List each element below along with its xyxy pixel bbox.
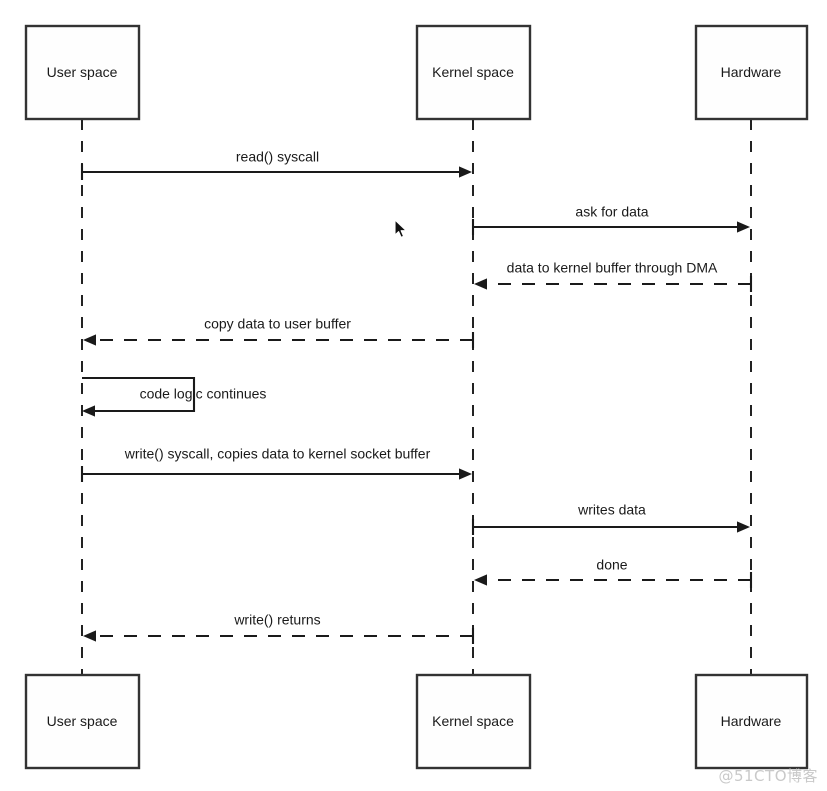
message-8-dashed: done bbox=[474, 557, 753, 588]
sequence-diagram-svg: read() syscall ask for data data to kernel… bbox=[24, 24, 809, 770]
participant-label-hardware-bottom: Hardware bbox=[721, 713, 782, 729]
participant-label-kernel-bottom: Kernel space bbox=[432, 713, 514, 729]
participant-label-user-top: User space bbox=[47, 64, 118, 80]
message-label-4: copy data to user buffer bbox=[204, 316, 351, 332]
message-label-2: ask for data bbox=[575, 204, 648, 220]
message-label-7: writes data bbox=[577, 502, 646, 518]
participant-label-kernel-top: Kernel space bbox=[432, 64, 514, 80]
message-6-solid: write() syscall, copies data to kernel s… bbox=[80, 446, 472, 482]
message-1-solid: read() syscall bbox=[80, 149, 472, 180]
sequence-diagram-canvas: read() syscall ask for data data to kernel… bbox=[0, 0, 827, 791]
message-label-6: write() syscall, copies data to kernel s… bbox=[124, 446, 431, 462]
message-9-dashed: write() returns bbox=[83, 612, 475, 644]
messages-layer: read() syscall ask for data data to kernel… bbox=[80, 149, 753, 644]
message-2-solid: ask for data bbox=[471, 204, 750, 235]
watermark-text: @51CTO博客 bbox=[718, 767, 818, 785]
participant-label-hardware-top: Hardware bbox=[721, 64, 782, 80]
message-label-3: data to kernel buffer through DMA bbox=[507, 260, 718, 276]
message-4-dashed: copy data to user buffer bbox=[83, 316, 475, 348]
message-label-8: done bbox=[596, 557, 627, 573]
message-label-1: read() syscall bbox=[236, 149, 319, 165]
message-7-solid: writes data bbox=[471, 502, 750, 535]
message-5-self-loop: code logic continues bbox=[82, 376, 267, 417]
message-label-9: write() returns bbox=[233, 612, 320, 628]
participant-label-user-bottom: User space bbox=[47, 713, 118, 729]
message-label-5: code logic continues bbox=[140, 386, 267, 402]
message-3-dashed: data to kernel buffer through DMA bbox=[474, 260, 753, 292]
